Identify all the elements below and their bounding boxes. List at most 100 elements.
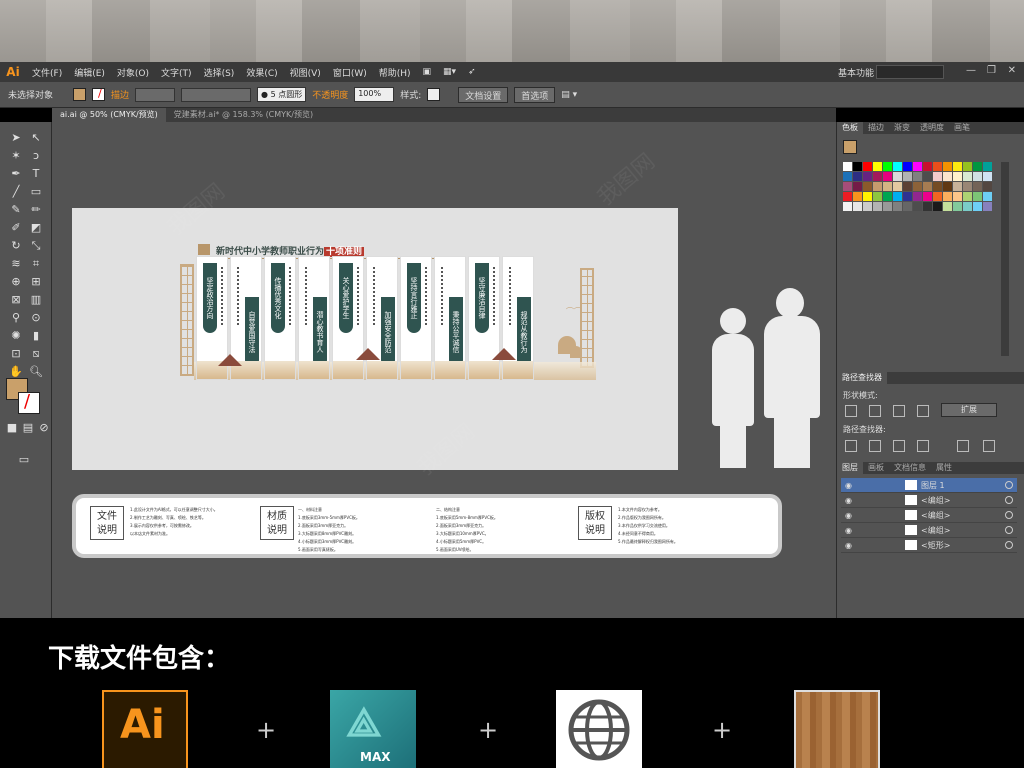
color-swatch[interactable] <box>903 182 912 191</box>
tab-ai-ai[interactable]: ai.ai @ 50% (CMYK/预览) <box>52 108 166 122</box>
menu-view[interactable]: 视图(V) <box>284 66 327 79</box>
screen-mode-icon[interactable]: ▭ <box>16 452 32 468</box>
gradient-icon[interactable]: ▥ <box>28 292 44 308</box>
menu-object[interactable]: 对象(O) <box>111 66 155 79</box>
visibility-eye-icon[interactable]: ◉ <box>845 526 852 535</box>
pen-tool-icon[interactable]: ✒ <box>8 166 24 182</box>
crop-icon[interactable] <box>917 440 929 452</box>
color-swatch[interactable] <box>963 192 972 201</box>
color-swatch[interactable] <box>893 192 902 201</box>
color-swatch[interactable] <box>903 202 912 211</box>
color-swatch[interactable] <box>933 162 942 171</box>
color-swatch[interactable] <box>863 162 872 171</box>
none-mode-icon[interactable]: ⊘ <box>36 420 52 436</box>
color-swatch[interactable] <box>863 172 872 181</box>
blob-brush-icon[interactable]: ✐ <box>8 220 24 236</box>
minimize-button[interactable]: — <box>966 65 976 76</box>
opacity-field[interactable]: 100% <box>354 87 395 102</box>
color-swatch[interactable] <box>853 182 862 191</box>
color-swatch[interactable] <box>843 182 852 191</box>
color-swatch[interactable] <box>883 182 892 191</box>
close-button[interactable]: ✕ <box>1008 65 1016 76</box>
color-swatch[interactable] <box>923 202 932 211</box>
color-swatch[interactable] <box>903 192 912 201</box>
tab-pathfinder[interactable]: 路径查找器 <box>837 372 887 384</box>
restore-button[interactable]: ❐ <box>987 65 996 76</box>
color-swatch[interactable] <box>863 182 872 191</box>
perspective-grid-icon[interactable]: ⊞ <box>28 274 44 290</box>
color-swatch[interactable] <box>843 172 852 181</box>
tab-swatches[interactable]: 色板 <box>837 122 863 134</box>
slice-tool-icon[interactable]: ⧅ <box>28 346 44 362</box>
layer-row[interactable]: ◉ <矩形> <box>841 538 1017 553</box>
expand-button[interactable]: 扩展 <box>941 403 997 417</box>
color-mode-icon[interactable]: ■ <box>4 420 20 436</box>
color-swatch[interactable] <box>853 162 862 171</box>
rotate-icon[interactable]: ↻ <box>8 238 24 254</box>
warp-icon[interactable]: ≋ <box>8 256 24 272</box>
stroke-weight-dropdown[interactable] <box>135 87 176 102</box>
color-swatch[interactable] <box>953 172 962 181</box>
color-swatch[interactable] <box>843 202 852 211</box>
color-swatch[interactable] <box>853 192 862 201</box>
color-swatch[interactable] <box>913 192 922 201</box>
color-swatch[interactable] <box>983 192 992 201</box>
color-swatch[interactable] <box>973 192 982 201</box>
color-swatch[interactable] <box>883 162 892 171</box>
exclude-icon[interactable] <box>917 405 929 417</box>
color-swatch[interactable] <box>913 172 922 181</box>
workspace-switcher[interactable]: 基本功能 <box>838 66 874 79</box>
color-swatch[interactable] <box>873 182 882 191</box>
target-icon[interactable] <box>1005 511 1013 519</box>
color-swatch[interactable] <box>913 182 922 191</box>
tab-stroke[interactable]: 描边 <box>863 122 889 134</box>
layer-row[interactable]: ◉ <编组> <box>841 508 1017 523</box>
tab-artboards[interactable]: 画板 <box>863 462 889 474</box>
minus-back-icon[interactable] <box>983 440 995 452</box>
color-swatch[interactable] <box>953 162 962 171</box>
tab-layers[interactable]: 图层 <box>837 462 863 474</box>
minus-front-icon[interactable] <box>869 405 881 417</box>
swatch-grid[interactable] <box>843 162 993 211</box>
color-swatch[interactable] <box>923 182 932 191</box>
lasso-icon[interactable]: ↄ <box>28 148 44 164</box>
menu-effect[interactable]: 效果(C) <box>240 66 283 79</box>
color-swatch[interactable] <box>923 172 932 181</box>
fill-swatch[interactable] <box>73 88 87 101</box>
color-swatch[interactable] <box>953 192 962 201</box>
merge-icon[interactable] <box>893 440 905 452</box>
tab-brushes[interactable]: 画笔 <box>949 122 975 134</box>
color-swatch[interactable] <box>933 202 942 211</box>
color-swatch[interactable] <box>933 182 942 191</box>
color-swatch[interactable] <box>893 162 902 171</box>
color-swatch[interactable] <box>983 202 992 211</box>
paintbrush-icon[interactable]: ✎ <box>8 202 24 218</box>
swatch-scrollbar[interactable] <box>1001 162 1009 356</box>
color-swatch[interactable] <box>973 172 982 181</box>
color-swatch[interactable] <box>853 172 862 181</box>
brush-dropdown[interactable]: ● 5 点圆形 <box>257 87 307 102</box>
color-swatch[interactable] <box>943 182 952 191</box>
color-swatch[interactable] <box>913 162 922 171</box>
tab-gradient[interactable]: 渐变 <box>889 122 915 134</box>
color-swatch[interactable] <box>943 162 952 171</box>
eyedropper-icon[interactable]: ⚲ <box>8 310 24 326</box>
column-graph-icon[interactable]: ▮ <box>28 328 44 344</box>
type-tool-icon[interactable]: T <box>28 166 44 182</box>
color-swatch[interactable] <box>963 202 972 211</box>
color-swatch[interactable] <box>963 182 972 191</box>
magic-wand-icon[interactable]: ✶ <box>8 148 24 164</box>
bridge-icon[interactable]: ▣ <box>417 67 438 77</box>
current-swatch[interactable] <box>843 140 857 154</box>
trim-icon[interactable] <box>869 440 881 452</box>
color-swatch[interactable] <box>893 182 902 191</box>
layer-row[interactable]: ◉ <编组> <box>841 523 1017 538</box>
menu-window[interactable]: 窗口(W) <box>327 66 373 79</box>
tab-dangjian[interactable]: 党建素材.ai* @ 158.3% (CMYK/预览) <box>166 108 321 122</box>
divide-icon[interactable] <box>845 440 857 452</box>
color-swatch[interactable] <box>853 202 862 211</box>
free-transform-icon[interactable]: ⌗ <box>28 256 44 272</box>
menu-edit[interactable]: 编辑(E) <box>68 66 111 79</box>
target-icon[interactable] <box>1005 496 1013 504</box>
stroke-label[interactable]: 描边 <box>111 88 129 101</box>
